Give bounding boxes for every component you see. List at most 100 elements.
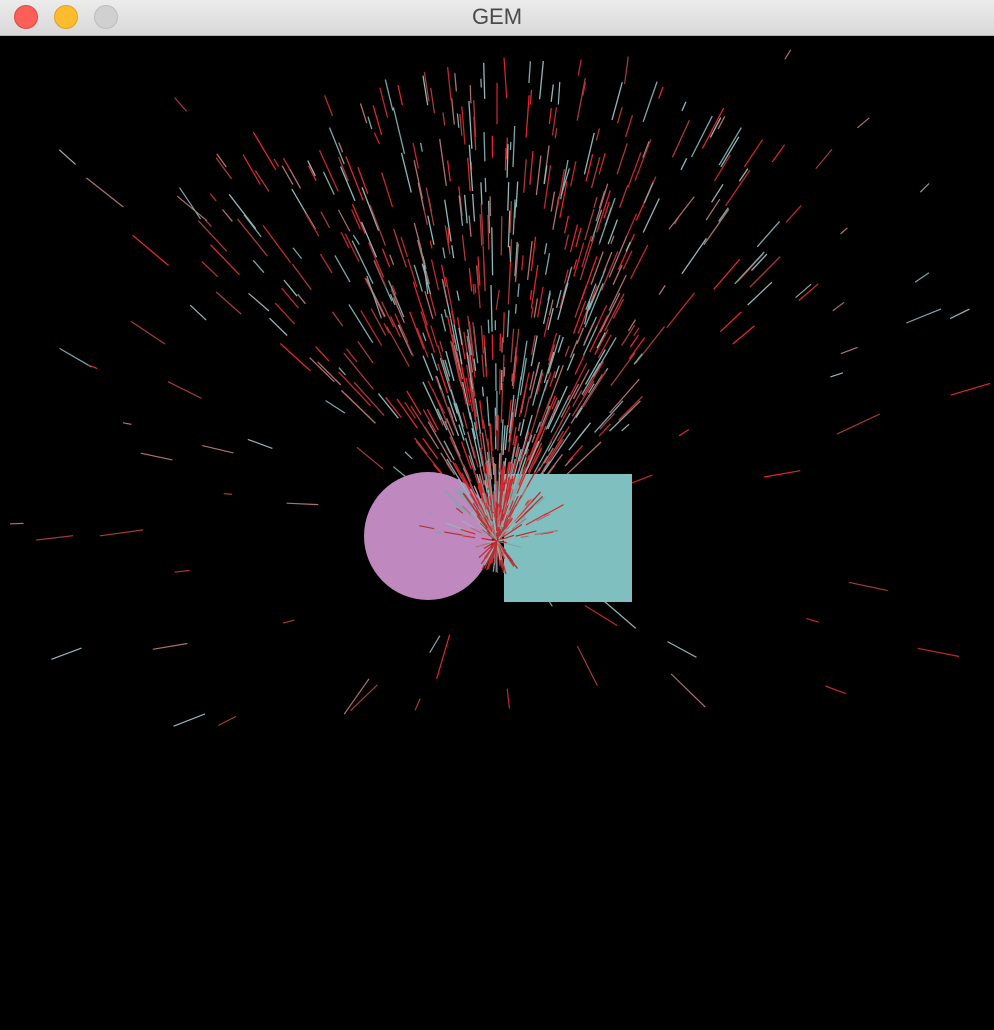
particle-streak	[517, 283, 520, 297]
particle-streak	[279, 343, 311, 372]
particle-streak	[568, 422, 592, 451]
particle-streak	[430, 259, 440, 290]
particle-streak	[610, 352, 636, 387]
particle-streak	[569, 224, 579, 253]
particle-streak	[474, 284, 477, 294]
particle-streak	[397, 84, 404, 106]
particle-streak	[536, 286, 544, 318]
particle-streak	[315, 346, 330, 362]
particle-streak	[563, 215, 570, 234]
particle-streak	[202, 445, 234, 454]
particle-streak	[440, 313, 447, 332]
particle-streak	[681, 101, 687, 112]
particle-streak	[350, 684, 378, 712]
particle-streak	[291, 263, 312, 291]
particle-streak	[385, 396, 402, 418]
particle-streak	[351, 240, 374, 284]
particle-streak	[500, 216, 503, 256]
particle-streak	[629, 334, 640, 348]
particle-streak	[419, 142, 423, 152]
particle-streak	[381, 248, 391, 268]
particle-streak	[269, 317, 288, 336]
particle-streak	[392, 466, 406, 477]
particle-streak	[254, 170, 270, 192]
particle-streak	[292, 247, 303, 259]
particle-streak	[140, 452, 173, 461]
particle-streak	[713, 258, 741, 290]
particle-streak	[458, 424, 465, 441]
particle-streak	[456, 290, 460, 301]
particle-streak	[201, 261, 219, 278]
particle-streak	[621, 324, 636, 346]
particle-streak	[491, 334, 494, 360]
particle-streak	[530, 307, 534, 318]
particle-streak	[502, 425, 506, 456]
particle-streak	[372, 105, 383, 136]
particle-streak	[830, 372, 844, 378]
particle-streak	[319, 253, 333, 274]
particle-streak	[529, 150, 534, 185]
particle-streak	[624, 114, 634, 138]
particle-streak	[429, 240, 433, 249]
particle-streak	[524, 396, 531, 418]
particle-streak	[189, 304, 207, 321]
particle-streak	[344, 233, 360, 262]
particle-streak	[461, 234, 466, 261]
particle-streak	[451, 245, 455, 259]
particle-streak	[514, 202, 517, 219]
particle-streak	[99, 529, 144, 537]
render-canvas[interactable]	[0, 36, 994, 1030]
particle-streak	[446, 160, 451, 182]
particle-streak	[400, 152, 412, 193]
particle-streak	[481, 354, 485, 377]
particle-streak	[749, 256, 781, 288]
particle-streak	[379, 87, 389, 118]
particle-streak	[436, 634, 451, 680]
particle-streak	[668, 196, 695, 230]
particle-streak	[422, 355, 434, 381]
particle-streak	[369, 204, 387, 246]
particle-streak	[914, 272, 930, 283]
particle-streak	[678, 428, 690, 437]
particle-streak	[323, 95, 334, 117]
particle-streak	[832, 301, 845, 312]
particle-streak	[671, 120, 690, 158]
particle-streak	[36, 535, 74, 541]
particle-streak	[307, 160, 316, 177]
particle-streak	[592, 337, 617, 377]
particle-streak	[51, 647, 82, 660]
particle-streak	[550, 191, 556, 212]
particle-streak	[622, 250, 633, 270]
particle-streak	[243, 214, 262, 238]
particle-streak	[365, 278, 386, 317]
particle-streak	[576, 77, 586, 121]
particle-streak	[624, 56, 629, 84]
particle-streak	[506, 310, 510, 338]
particle-streak	[718, 207, 729, 222]
particle-streak	[529, 290, 533, 300]
particle-streak	[510, 328, 515, 363]
particle-streak	[743, 139, 764, 168]
particle-streak	[407, 258, 418, 287]
particle-streak	[658, 285, 666, 295]
particle-streak	[456, 113, 460, 128]
particle-streak	[471, 193, 476, 222]
particle-streak	[633, 327, 640, 337]
particle-streak	[949, 308, 970, 320]
particle-streak	[528, 61, 532, 84]
particle-streak	[472, 321, 477, 352]
particle-streak	[242, 154, 261, 185]
particle-streak	[367, 116, 373, 130]
particle-streak	[621, 423, 630, 432]
particle-streak	[507, 182, 510, 211]
particle-streak	[442, 112, 446, 126]
particle-streak	[579, 234, 596, 281]
particle-streak	[393, 297, 405, 324]
particle-streak	[356, 446, 384, 470]
particle-streak	[577, 59, 582, 76]
particle-streak	[633, 353, 643, 365]
title-bar[interactable]: GEM	[0, 0, 994, 36]
particle-streak	[351, 203, 366, 235]
particle-streak	[815, 149, 833, 170]
particle-streak	[506, 688, 510, 709]
